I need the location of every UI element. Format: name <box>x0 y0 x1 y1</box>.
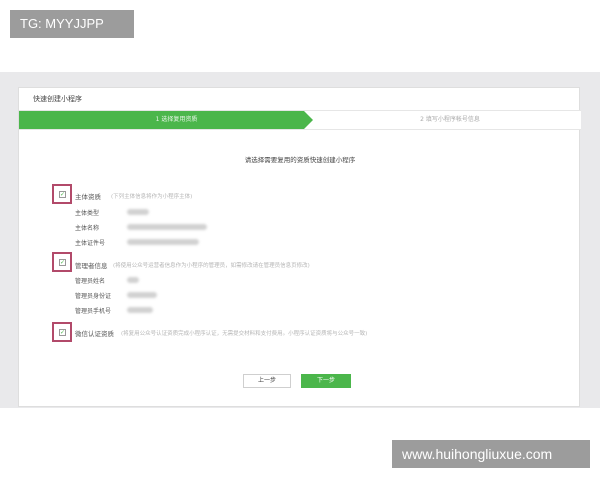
admin-info-checkbox[interactable]: ✓ <box>52 252 72 272</box>
panel-title: 快速创建小程序 <box>33 95 82 103</box>
next-step-button[interactable]: 下一步 <box>301 374 351 388</box>
step-progress: 1 选择复用资质 2 填写小程序帐号信息 <box>19 110 581 130</box>
watermark-top: TG: MYYJJPP <box>10 10 134 38</box>
check-icon: ✓ <box>59 259 66 266</box>
step-2: 2 填写小程序帐号信息 <box>420 116 480 123</box>
redacted-value <box>127 307 153 313</box>
wechat-verification-checkbox[interactable]: ✓ <box>52 322 72 342</box>
previous-step-button[interactable]: 上一步 <box>243 374 291 388</box>
field-label: 主体名称 <box>75 225 100 232</box>
create-miniprogram-panel: 快速创建小程序 1 选择复用资质 2 填写小程序帐号信息 请选择需要复用的资质快… <box>18 87 581 407</box>
screenshot: TG: MYYJJPP 快速创建小程序 1 选择复用资质 2 填写小程序帐号信息… <box>0 0 600 480</box>
field-label: 管理员身份证 <box>75 293 112 300</box>
section-hint-subject: (下列主体信息将作为小程序主体) <box>111 194 193 200</box>
check-icon: ✓ <box>59 191 66 198</box>
check-icon: ✓ <box>59 329 66 336</box>
section-title-subject: 主体资质 <box>75 193 101 201</box>
redacted-value <box>127 292 157 298</box>
section-hint-admin: (将使用公众号运营者信息作为小程序的管理员，如需修改请在管理员信息页修改) <box>113 263 310 269</box>
watermark-bottom: www.huihongliuxue.com <box>392 440 590 468</box>
section-title-verification: 微信认证资质 <box>75 330 114 338</box>
field-label: 管理员姓名 <box>75 278 106 285</box>
field-label: 主体证件号 <box>75 240 106 247</box>
field-label: 管理员手机号 <box>75 308 112 315</box>
redacted-value <box>127 209 149 215</box>
redacted-value <box>127 224 207 230</box>
field-label: 主体类型 <box>75 210 100 217</box>
section-hint-verification: (将复用公众号认证资质完成小程序认证，无需提交材料和支付费用。小程序认证资质将与… <box>121 331 368 337</box>
redacted-value <box>127 277 139 283</box>
step-1: 1 选择复用资质 <box>19 111 304 129</box>
redacted-value <box>127 239 199 245</box>
section-title-admin: 管理者信息 <box>75 262 108 270</box>
intro-text: 请选择需要复用的资质快速创建小程序 <box>244 156 356 164</box>
subject-qualification-checkbox[interactable]: ✓ <box>52 184 72 204</box>
step-arrow-icon <box>304 111 313 129</box>
